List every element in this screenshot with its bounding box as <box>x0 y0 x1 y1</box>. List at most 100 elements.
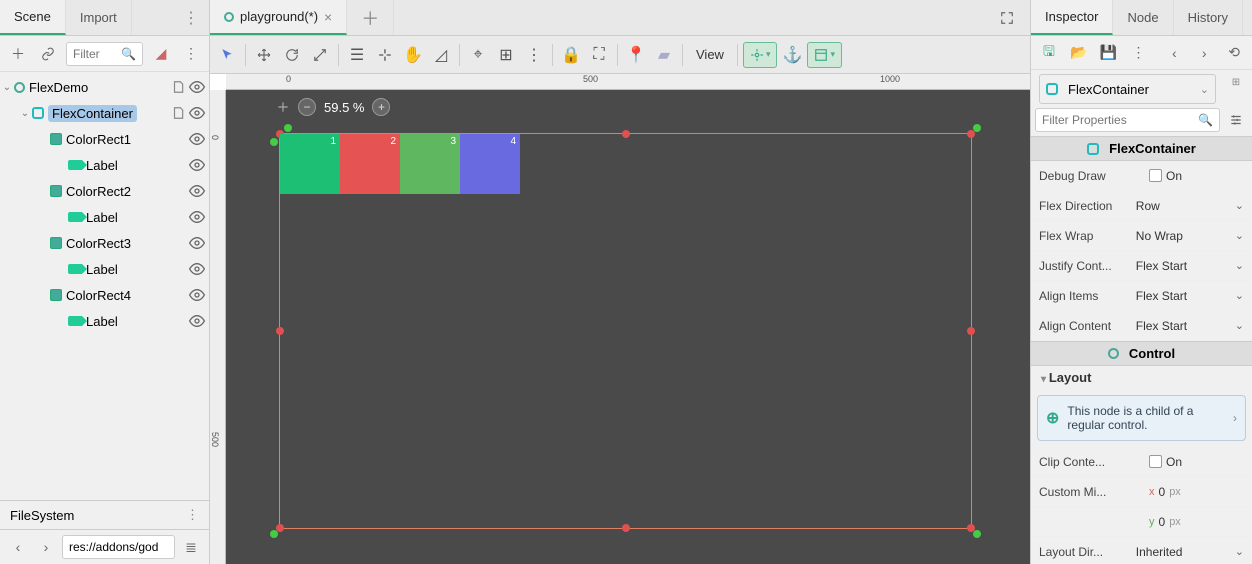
tree-node-label[interactable]: Label <box>0 256 209 282</box>
group-icon[interactable]: ⛶ <box>586 42 612 68</box>
visibility-icon[interactable] <box>189 79 205 95</box>
visibility-icon[interactable] <box>189 105 205 121</box>
history-undo-icon[interactable]: ⟲ <box>1222 41 1246 65</box>
scene-filter-input[interactable]: 🔍 <box>66 42 143 66</box>
move-tool-icon[interactable] <box>251 42 277 68</box>
open-resource-icon[interactable]: 📂 <box>1067 41 1091 65</box>
prop-align-content[interactable]: Align ContentFlex Start⌄ <box>1031 311 1252 341</box>
lock-icon[interactable]: 🔒 <box>558 42 584 68</box>
color-rect-3[interactable]: 3 <box>400 134 460 194</box>
zoom-level[interactable]: 59.5 % <box>324 100 364 115</box>
history-fwd-icon[interactable]: › <box>1192 41 1216 65</box>
filesystem-header[interactable]: FileSystem ⋮ <box>0 500 209 530</box>
list-tool-icon[interactable]: ☰ <box>344 42 370 68</box>
tree-node-flexdemo[interactable]: ⌄FlexDemo <box>0 74 209 100</box>
scene-kebab-icon[interactable]: ⋮ <box>179 42 203 66</box>
snap-icon[interactable]: ⌖ <box>465 42 491 68</box>
save-resource-icon[interactable]: 🖫 <box>1037 41 1061 65</box>
fullscreen-icon[interactable] <box>990 0 1024 35</box>
node-type-selector[interactable]: FlexContainer ⌄ <box>1039 74 1216 104</box>
tree-node-colorrect2[interactable]: ColorRect2 <box>0 178 209 204</box>
prop-clip-conte-[interactable]: Clip Conte...On <box>1031 447 1252 477</box>
grid-snap-icon[interactable]: ⊞ <box>493 42 519 68</box>
color-rect-4[interactable]: 4 <box>460 134 520 194</box>
color-rect-1[interactable]: 1 <box>280 134 340 194</box>
prop-flex-direction[interactable]: Flex DirectionRow⌄ <box>1031 191 1252 221</box>
prop-align-items[interactable]: Align ItemsFlex Start⌄ <box>1031 281 1252 311</box>
tree-node-label[interactable]: Label <box>0 204 209 230</box>
visibility-icon[interactable] <box>189 183 205 199</box>
visibility-icon[interactable] <box>189 131 205 147</box>
container-sizing-button[interactable]: ▾ <box>807 42 842 68</box>
checkbox[interactable] <box>1149 169 1162 182</box>
visibility-icon[interactable] <box>189 157 205 173</box>
prop-layout-dir[interactable]: Layout Dir... Inherited ⌄ <box>1031 537 1252 564</box>
tab-import[interactable]: Import <box>66 0 132 35</box>
view-menu[interactable]: View <box>688 47 732 62</box>
doc-icon[interactable]: ⊞ <box>1224 70 1248 94</box>
visibility-icon[interactable] <box>189 235 205 251</box>
scene-tree[interactable]: ⌄FlexDemo⌄FlexContainerColorRect1LabelCo… <box>0 72 209 500</box>
nav-fwd-icon[interactable]: › <box>34 535 58 559</box>
section-flexcontainer[interactable]: FlexContainer <box>1031 136 1252 161</box>
inspector-panel-menu[interactable]: ⋮ <box>1243 0 1252 35</box>
settings-icon[interactable] <box>1224 108 1248 132</box>
prop-justify-cont-[interactable]: Justify Cont...Flex Start⌄ <box>1031 251 1252 281</box>
save-icon[interactable]: 💾 <box>1097 41 1121 65</box>
visibility-icon[interactable] <box>189 313 205 329</box>
tree-node-label[interactable]: Label <box>0 308 209 334</box>
inspector-body[interactable]: FlexContainer Debug DrawOnFlex Direction… <box>1031 136 1252 564</box>
pan-tool-icon[interactable]: ✋ <box>400 42 426 68</box>
bone-icon[interactable]: 📍 <box>623 42 649 68</box>
prop-custom-min[interactable]: Custom Mi... x0px <box>1031 477 1252 507</box>
tree-node-flexcontainer[interactable]: ⌄FlexContainer <box>0 100 209 126</box>
history-back-icon[interactable]: ‹ <box>1162 41 1186 65</box>
color-rect-2[interactable]: 2 <box>340 134 400 194</box>
checkbox[interactable] <box>1149 455 1162 468</box>
tab-node[interactable]: Node <box>1113 0 1173 35</box>
link-icon[interactable] <box>36 42 60 66</box>
visibility-icon[interactable] <box>189 209 205 225</box>
subsection-layout[interactable]: ▾ Layout <box>1031 366 1252 389</box>
editor-tab-playground[interactable]: playground(*) × <box>210 0 347 35</box>
tree-node-colorrect4[interactable]: ColorRect4 <box>0 282 209 308</box>
close-tab-icon[interactable]: × <box>324 9 332 25</box>
skeleton-icon[interactable]: ▰ <box>651 42 677 68</box>
insp-kebab-icon[interactable]: ⋮ <box>1127 41 1151 65</box>
add-node-icon[interactable]: ＋ <box>6 42 30 66</box>
snap-menu-icon[interactable]: ⋮ <box>521 42 547 68</box>
prop-debug-draw[interactable]: Debug DrawOn <box>1031 161 1252 191</box>
prop-custom-min-y[interactable]: y0px <box>1031 507 1252 537</box>
visibility-icon[interactable] <box>189 261 205 277</box>
rotate-tool-icon[interactable] <box>279 42 305 68</box>
prop-flex-wrap[interactable]: Flex WrapNo Wrap⌄ <box>1031 221 1252 251</box>
nav-back-icon[interactable]: ‹ <box>6 535 30 559</box>
ruler-tool-icon[interactable]: ◿ <box>428 42 454 68</box>
filesystem-kebab-icon[interactable]: ⋮ <box>186 507 199 523</box>
zoom-in-button[interactable]: + <box>372 98 390 116</box>
select-tool-icon[interactable] <box>214 42 240 68</box>
new-tab-button[interactable]: ＋ <box>347 0 394 35</box>
pivot-tool-icon[interactable]: ⊹ <box>372 42 398 68</box>
filesystem-path[interactable]: res://addons/god <box>62 535 175 559</box>
scale-tool-icon[interactable] <box>307 42 333 68</box>
scene-panel-menu[interactable]: ⋮ <box>173 0 209 35</box>
tree-node-colorrect3[interactable]: ColorRect3 <box>0 230 209 256</box>
layout-info: ⊕ This node is a child of a regular cont… <box>1037 395 1246 441</box>
chevron-down-icon: ⌄ <box>1200 83 1209 96</box>
tree-node-colorrect1[interactable]: ColorRect1 <box>0 126 209 152</box>
scene-tool-icon[interactable]: ◢ <box>149 42 173 66</box>
inspector-filter-input[interactable]: 🔍 <box>1035 108 1220 132</box>
tab-scene[interactable]: Scene <box>0 0 66 35</box>
chevron-right-icon[interactable]: › <box>1233 411 1237 425</box>
visibility-icon[interactable] <box>189 287 205 303</box>
zoom-out-button[interactable]: − <box>298 98 316 116</box>
fs-view-icon[interactable]: ≣ <box>179 535 203 559</box>
tab-history[interactable]: History <box>1174 0 1243 35</box>
anchor-icon[interactable]: ⚓ <box>779 42 805 68</box>
tree-node-label[interactable]: Label <box>0 152 209 178</box>
tab-inspector[interactable]: Inspector <box>1031 0 1113 35</box>
editor-viewport[interactable]: − 59.5 % + 1234 <box>226 90 1030 564</box>
section-control[interactable]: Control <box>1031 341 1252 366</box>
anchor-preset-button[interactable]: ▾ <box>743 42 778 68</box>
